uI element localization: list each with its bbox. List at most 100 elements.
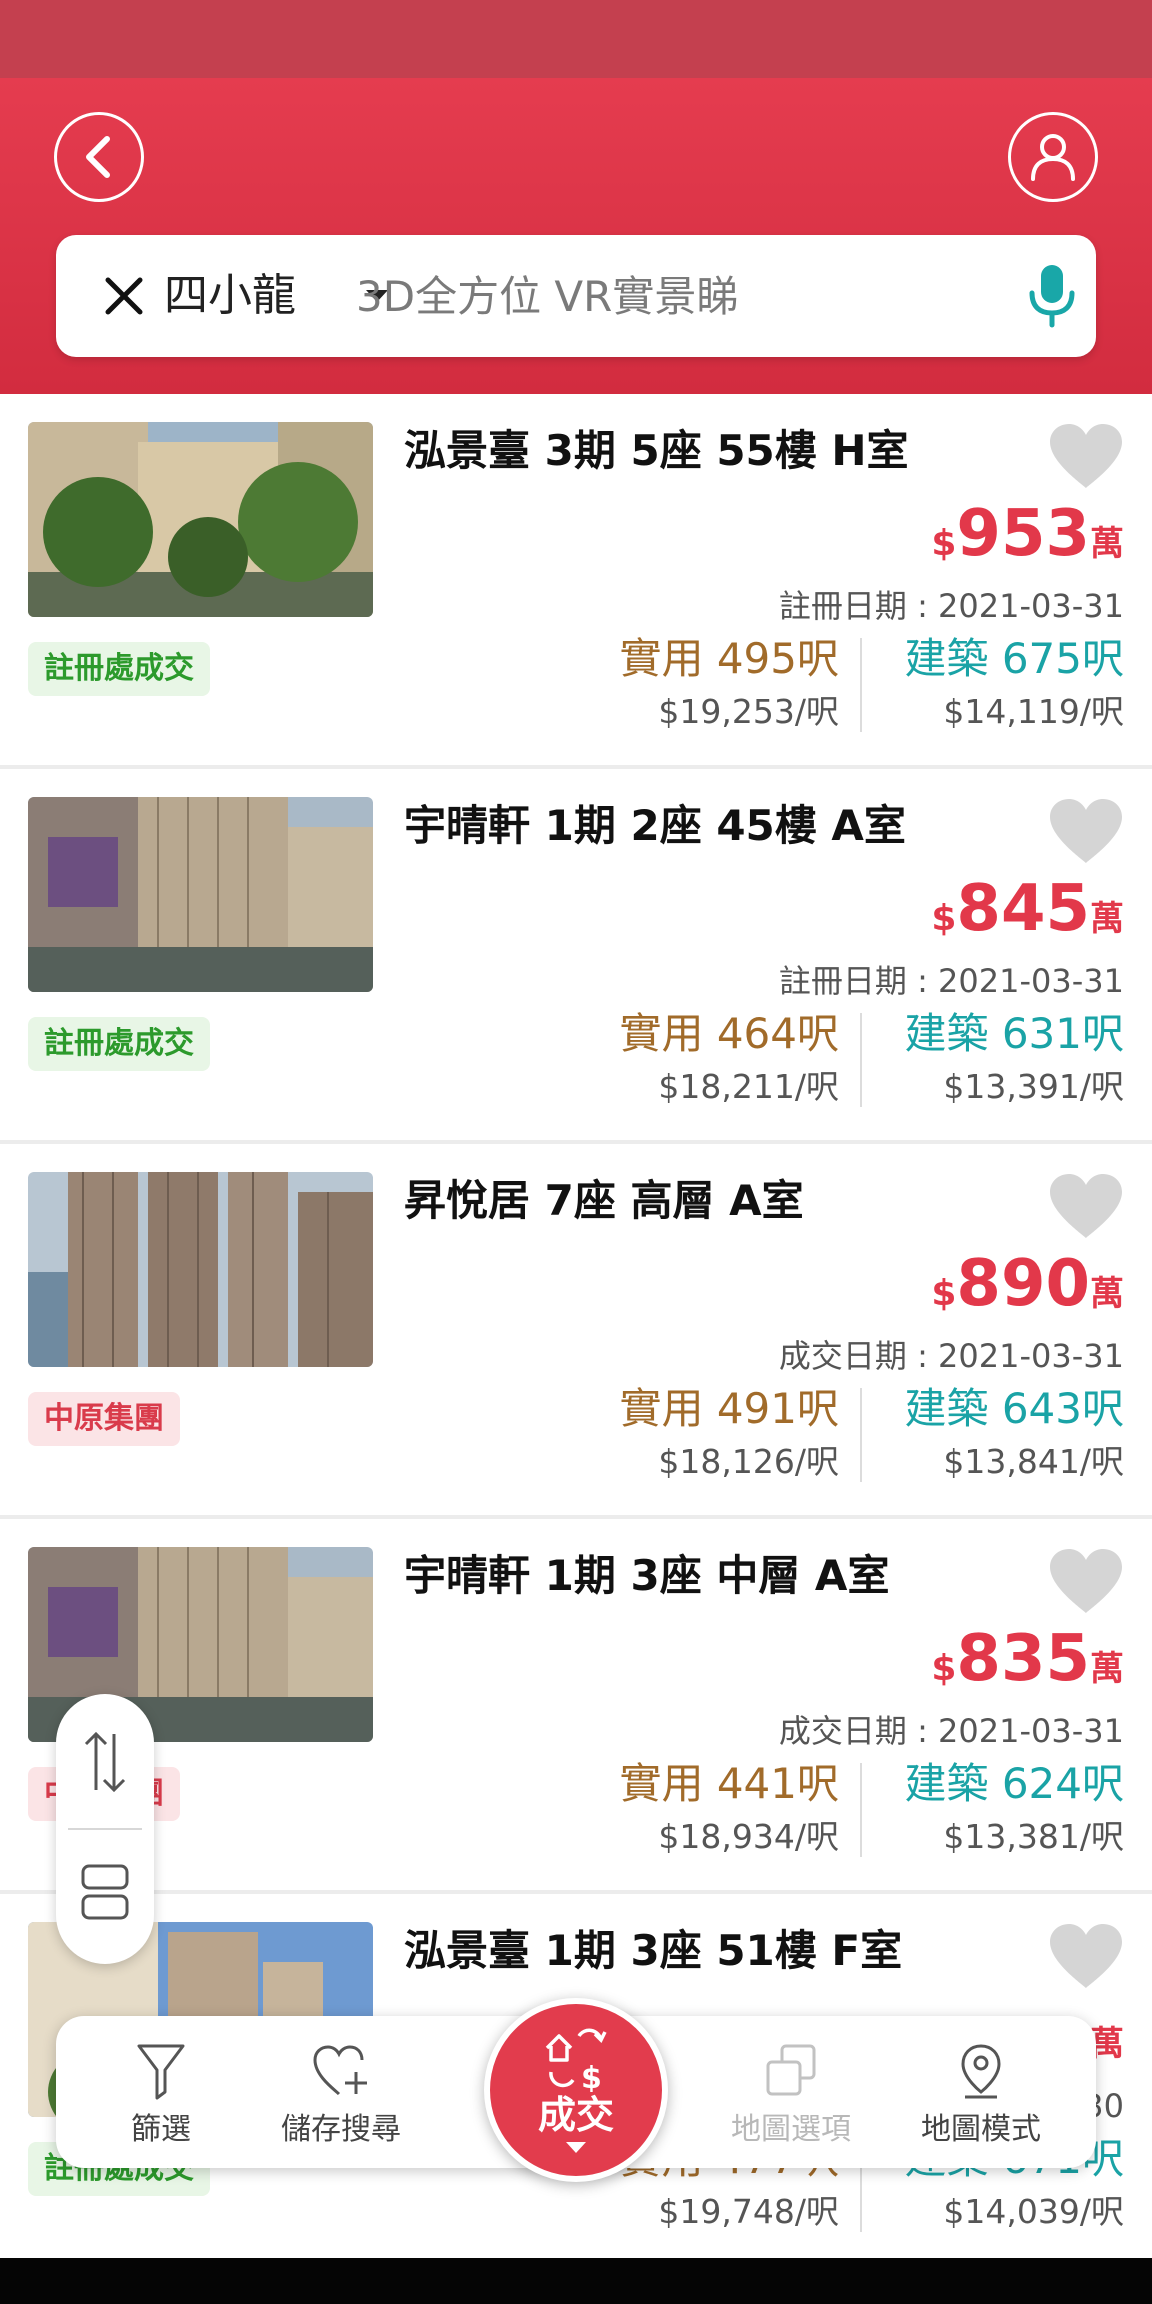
system-navigation-bar — [0, 2258, 1152, 2304]
saleable-area: 實用 464呎 — [619, 1009, 839, 1058]
gross-price-per-sqft: $13,841/呎 — [943, 1442, 1124, 1481]
source-tag: 中原集團 — [28, 1392, 180, 1446]
gross-price-per-sqft: $13,391/呎 — [943, 1067, 1124, 1106]
listing-item[interactable]: 中原集團 宇晴軒 1期 3座 中層 A室 $835萬 成交日期 : 2021-0… — [0, 1519, 1152, 1894]
saleable-area: 實用 441呎 — [619, 1759, 839, 1808]
saleable-price-per-sqft: $19,253/呎 — [658, 692, 839, 731]
source-tag: 註冊處成交 — [28, 1017, 210, 1071]
price-currency: $ — [931, 1273, 957, 1314]
transaction-date: 註冊日期 : 2021-03-31 — [778, 587, 1124, 625]
save-search-label: 儲存搜尋 — [281, 2112, 401, 2147]
price: $953萬 — [931, 494, 1124, 590]
price-unit: 萬 — [1090, 524, 1124, 564]
filter-label: 篩選 — [131, 2112, 191, 2147]
price-unit: 萬 — [1090, 1274, 1124, 1314]
map-mode-label: 地圖模式 — [921, 2112, 1041, 2147]
price-currency: $ — [931, 1648, 957, 1689]
heart-icon[interactable] — [1048, 422, 1124, 490]
listing-title[interactable]: 泓景臺 3期 5座 55樓 H室 — [404, 422, 909, 480]
price-unit: 萬 — [1090, 899, 1124, 939]
chevron-left-icon — [86, 136, 110, 178]
transactions-button[interactable]: $ 成交 — [484, 1998, 668, 2182]
list-layout-icon[interactable] — [80, 1862, 130, 1922]
filter-button[interactable]: 篩選 — [96, 2016, 226, 2168]
gross-area: 建築 675呎 — [904, 634, 1124, 683]
heart-icon[interactable] — [1048, 1547, 1124, 1615]
saleable-price-per-sqft: $18,934/呎 — [658, 1817, 839, 1856]
gross-price-per-sqft: $13,381/呎 — [943, 1817, 1124, 1856]
filter-icon — [137, 2044, 185, 2100]
transaction-date: 註冊日期 : 2021-03-31 — [778, 962, 1124, 1000]
listing-title[interactable]: 昇悅居 7座 高層 A室 — [404, 1172, 804, 1230]
view-toggle — [56, 1694, 154, 1964]
microphone-icon[interactable] — [1024, 263, 1080, 329]
status-bar — [0, 0, 1152, 78]
price: $835萬 — [931, 1619, 1124, 1715]
heart-icon[interactable] — [1048, 797, 1124, 865]
price: $890萬 — [931, 1244, 1124, 1340]
price: $845萬 — [931, 869, 1124, 965]
area-info: 實用 464呎 $18,211/呎 建築 631呎 $13,391/呎 — [564, 1005, 1124, 1113]
search-bar: 四小龍 — [56, 235, 1096, 357]
saleable-price-per-sqft: $18,211/呎 — [658, 1067, 839, 1106]
property-photo[interactable] — [28, 1172, 373, 1367]
price-amount: 835 — [956, 1622, 1090, 1696]
area-info: 實用 491呎 $18,126/呎 建築 643呎 $13,841/呎 — [564, 1380, 1124, 1488]
area-info: 實用 495呎 $19,253/呎 建築 675呎 $14,119/呎 — [564, 630, 1124, 738]
divider — [860, 1013, 862, 1107]
map-mode-button[interactable]: 地圖模式 — [906, 2016, 1056, 2168]
user-button[interactable] — [1008, 112, 1098, 202]
gross-area: 建築 643呎 — [904, 1384, 1124, 1433]
heart-icon[interactable] — [1048, 1172, 1124, 1240]
price-amount: 890 — [956, 1247, 1090, 1321]
listing-list: 註冊處成交 泓景臺 3期 5座 55樓 H室 $953萬 註冊日期 : 2021… — [0, 394, 1152, 2269]
area-selector[interactable]: 四小龍 — [164, 257, 296, 335]
saleable-area: 實用 491呎 — [619, 1384, 839, 1433]
transaction-swap-icon: $ — [545, 2028, 607, 2092]
close-icon[interactable] — [100, 272, 148, 320]
layers-icon — [766, 2044, 816, 2096]
heart-icon[interactable] — [1048, 1922, 1124, 1990]
saleable-area: 實用 495呎 — [619, 634, 839, 683]
listing-item[interactable]: 中原集團 昇悅居 7座 高層 A室 $890萬 成交日期 : 2021-03-3… — [0, 1144, 1152, 1519]
divider — [860, 1763, 862, 1857]
price-currency: $ — [931, 898, 957, 939]
header: 四小龍 — [0, 78, 1152, 394]
listing-title[interactable]: 泓景臺 1期 3座 51樓 F室 — [404, 1922, 902, 1980]
search-input[interactable] — [356, 257, 976, 335]
gross-area: 建築 631呎 — [904, 1009, 1124, 1058]
saleable-price-per-sqft: $18,126/呎 — [658, 1442, 839, 1481]
transactions-label: 成交 — [537, 2093, 614, 2137]
user-icon — [1031, 134, 1075, 181]
divider — [860, 638, 862, 732]
saleable-price-per-sqft: $19,748/呎 — [658, 2192, 839, 2231]
transaction-date: 成交日期 : 2021-03-31 — [778, 1337, 1124, 1375]
property-photo[interactable] — [28, 422, 373, 617]
chevron-down-icon — [566, 2142, 586, 2153]
divider — [860, 1388, 862, 1482]
listing-item[interactable]: 註冊處成交 宇晴軒 1期 2座 45樓 A室 $845萬 註冊日期 : 2021… — [0, 769, 1152, 1144]
save-search-button[interactable]: 儲存搜尋 — [266, 2016, 416, 2168]
map-options-button[interactable]: 地圖選項 — [716, 2016, 866, 2168]
sort-icon[interactable] — [80, 1730, 130, 1794]
heart-plus-icon — [313, 2045, 367, 2096]
gross-price-per-sqft: $14,119/呎 — [943, 692, 1124, 731]
gross-price-per-sqft: $14,039/呎 — [943, 2192, 1124, 2231]
divider — [68, 1828, 142, 1830]
map-options-label: 地圖選項 — [731, 2112, 851, 2147]
listing-item[interactable]: 註冊處成交 泓景臺 3期 5座 55樓 H室 $953萬 註冊日期 : 2021… — [0, 394, 1152, 769]
price-amount: 845 — [956, 872, 1090, 946]
gross-area: 建築 624呎 — [904, 1759, 1124, 1808]
area-info: 實用 441呎 $18,934/呎 建築 624呎 $13,381/呎 — [564, 1755, 1124, 1863]
transaction-date: 成交日期 : 2021-03-31 — [778, 1712, 1124, 1750]
listing-title[interactable]: 宇晴軒 1期 2座 45樓 A室 — [404, 797, 906, 855]
property-photo[interactable] — [28, 797, 373, 992]
svg-text:$: $ — [581, 2061, 602, 2092]
price-amount: 953 — [956, 497, 1090, 571]
source-tag: 註冊處成交 — [28, 642, 210, 696]
back-button[interactable] — [54, 112, 144, 202]
map-pin-icon — [961, 2044, 1001, 2099]
price-unit: 萬 — [1090, 1649, 1124, 1689]
listing-title[interactable]: 宇晴軒 1期 3座 中層 A室 — [404, 1547, 889, 1605]
price-currency: $ — [931, 523, 957, 564]
